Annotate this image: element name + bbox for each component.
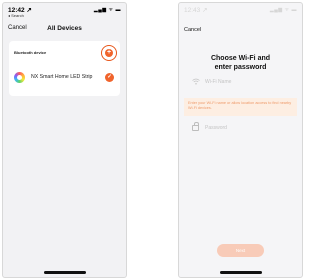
list-item[interactable]: NX Smart Home LED Strip ✓ (14, 71, 115, 85)
wifi-setup-screen: 12:43 ↗ ▂▄▆ ᯤ ▬ Cancel Choose Wi-Fi and … (178, 2, 303, 278)
location-warning: Enter your Wi-Fi name or allow location … (184, 98, 297, 116)
add-device-button[interactable]: + (105, 49, 113, 57)
home-indicator (43, 271, 86, 274)
status-bar: 12:43 ↗ ▂▄▆ ᯤ ▬ (179, 6, 302, 15)
check-icon[interactable]: ✓ (105, 73, 114, 82)
wifi-name-row (192, 75, 289, 89)
all-devices-screen: 12:42 ↗ ▂▄▆ ᯤ ▬ ◂ Search All Devices Can… (2, 2, 127, 278)
password-input[interactable] (205, 123, 289, 132)
wifi-icon (192, 78, 200, 87)
page-title: Choose Wi-Fi and enter password (179, 54, 302, 72)
cancel-button[interactable]: Cancel (184, 27, 201, 33)
status-icons: ▂▄▆ ᯤ ▬ (93, 7, 121, 13)
wifi-name-input[interactable] (205, 77, 289, 86)
bluetooth-device-card: Bluetooth device + NX Smart Home LED Str… (9, 41, 120, 96)
device-name: NX Smart Home LED Strip (31, 74, 93, 80)
heading-line-2: enter password (214, 64, 267, 71)
section-label: Bluetooth device (14, 50, 47, 55)
status-icons: ▂▄▆ ᯤ ▬ (269, 7, 297, 13)
status-time: 12:43 ↗ (184, 7, 208, 14)
cancel-button[interactable]: Cancel (8, 25, 27, 31)
next-button[interactable]: Next (217, 244, 264, 257)
heading-line-1: Choose Wi-Fi and (210, 55, 271, 62)
led-strip-icon (14, 72, 25, 83)
home-indicator (219, 271, 262, 274)
highlight-ring: + (101, 45, 117, 61)
lock-icon (192, 122, 199, 131)
back-to-search-link[interactable]: ◂ Search (8, 13, 24, 18)
password-row (192, 121, 289, 135)
